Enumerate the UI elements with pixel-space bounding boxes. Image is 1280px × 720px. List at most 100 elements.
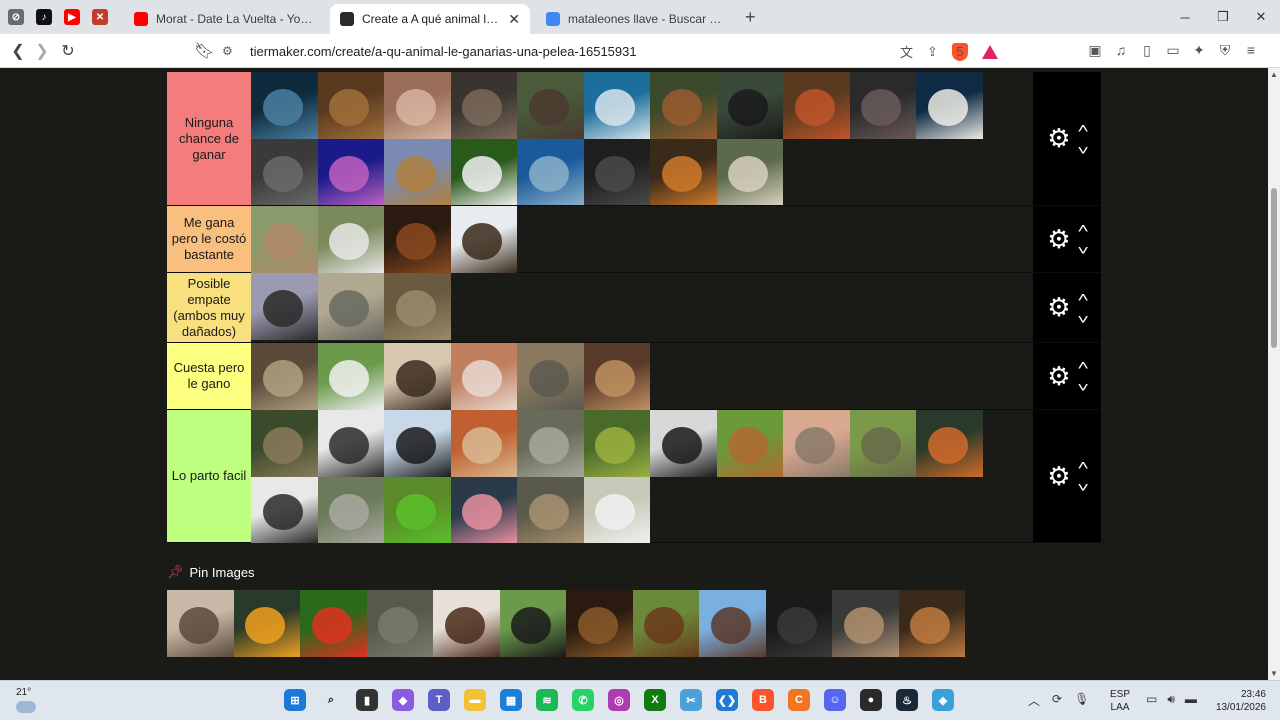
reload-icon[interactable]: ↻ <box>58 41 78 61</box>
tier-item-gorilla[interactable] <box>716 72 783 139</box>
tier-item-crow[interactable] <box>650 410 717 477</box>
snipping-icon[interactable]: ✂ <box>680 689 702 711</box>
pin-item-bat[interactable] <box>699 590 766 657</box>
sidebar-icon[interactable]: ▯ <box>1140 42 1154 59</box>
chevron-up-icon[interactable]: ˄ <box>1077 290 1088 304</box>
tier-item-giraffe[interactable] <box>384 138 451 205</box>
gear-icon[interactable]: ⚙ <box>1047 123 1070 154</box>
back-icon[interactable]: ❮ <box>8 41 28 61</box>
battery-icon[interactable]: ▬ <box>1185 692 1197 707</box>
input-language[interactable]: ESP LAA <box>1110 688 1130 714</box>
tier-item-cow[interactable] <box>317 343 384 410</box>
tier-item-shark[interactable] <box>583 72 650 139</box>
search-icon[interactable]: ⌕ <box>320 689 342 711</box>
pin-item-toucan[interactable] <box>233 590 300 657</box>
restore-button[interactable]: ❐ <box>1204 0 1242 34</box>
pin-item-bull[interactable] <box>632 590 699 657</box>
tier-item-panda[interactable] <box>450 138 517 205</box>
tier-item-lion-pride[interactable] <box>583 343 650 410</box>
pin-item-baboon[interactable] <box>898 590 965 657</box>
tier-item-koala[interactable] <box>317 476 384 543</box>
tier-item-scorpion[interactable] <box>317 410 384 477</box>
browser-tab[interactable]: Morat - Date La Vuelta - YouTube <box>124 4 324 34</box>
tier-item-whale[interactable] <box>251 72 318 139</box>
tier-item-sloth[interactable] <box>251 410 318 477</box>
windows-start-icon[interactable]: ⊞ <box>284 689 306 711</box>
file-explorer-icon[interactable]: ▬ <box>464 689 486 711</box>
pin-item-roaring-lion[interactable] <box>566 590 633 657</box>
share-icon[interactable]: ⇪ <box>927 44 938 60</box>
teams-icon[interactable]: T <box>428 689 450 711</box>
tier-item-parrot[interactable] <box>384 476 451 543</box>
youtube-tab[interactable]: ▶ <box>64 9 80 25</box>
vpn-icon[interactable]: ⛨ <box>1218 42 1232 59</box>
tier-item-orangutan[interactable] <box>783 72 850 139</box>
tier-item-crocodile[interactable] <box>716 138 783 205</box>
discord-icon[interactable]: ☺ <box>824 689 846 711</box>
pin-item-tree-frog[interactable] <box>300 590 367 657</box>
steam-icon[interactable]: ♨ <box>896 689 918 711</box>
tier-item-deer[interactable] <box>650 72 717 139</box>
pin-item-lapwing[interactable] <box>499 590 566 657</box>
xbox-icon[interactable]: X <box>644 689 666 711</box>
tier-item-elephant[interactable] <box>450 72 517 139</box>
tier-item-meerkat[interactable] <box>450 410 517 477</box>
tier-item-water-buffalo[interactable] <box>517 72 584 139</box>
tier-item-kangaroo[interactable] <box>251 206 318 273</box>
microphone-icon[interactable]: 🎙︎ <box>1074 692 1089 709</box>
tier-item-horse[interactable] <box>384 206 451 273</box>
minimize-button[interactable]: ─ <box>1166 0 1204 34</box>
address-bar[interactable]: ⚙ tiermaker.com/create/a-qu-animal-le-ga… <box>222 39 1012 63</box>
instagram-icon[interactable]: ◎ <box>608 689 630 711</box>
translate-icon[interactable]: 文 <box>900 42 913 61</box>
muted-tab[interactable]: ⊘ <box>8 9 24 25</box>
chevron-up-icon[interactable]: ˄ <box>1077 458 1088 472</box>
tier-item-hippo[interactable] <box>849 72 916 139</box>
whatsapp-icon[interactable]: ✆ <box>572 689 594 711</box>
crunchyroll-icon[interactable]: C <box>788 689 810 711</box>
tier-item-flamingo[interactable] <box>450 476 517 543</box>
pin-item-black-panther[interactable] <box>765 590 832 657</box>
tier-label[interactable]: Lo parto facil <box>167 410 251 542</box>
leo-ai-icon[interactable]: ✦ <box>1192 42 1206 59</box>
bookmark-icon[interactable]: 🔖︎ <box>194 41 214 61</box>
gear-icon[interactable]: ⚙ <box>1047 224 1070 255</box>
tier-item-squirrel[interactable] <box>716 410 783 477</box>
tier-item-polar-bear[interactable] <box>916 72 983 139</box>
tier-item-owl[interactable] <box>517 476 584 543</box>
scrollbar-thumb[interactable] <box>1271 188 1277 348</box>
chevron-up-icon[interactable]: ˄ <box>1077 358 1088 372</box>
tier-item-grizzly-bear[interactable] <box>317 72 384 139</box>
chevron-up-icon[interactable]: ︿ <box>1028 692 1040 709</box>
pin-item-cougar[interactable] <box>832 590 899 657</box>
network-icon[interactable]: ▭ <box>1146 692 1157 707</box>
scroll-down-icon[interactable]: ▼ <box>1270 669 1278 678</box>
tier-item-python[interactable] <box>251 343 318 410</box>
tier-item-ostrich[interactable] <box>251 273 318 340</box>
page-scrollbar[interactable]: ▲ ▼ <box>1268 68 1280 680</box>
gear-icon[interactable]: ⚙ <box>1047 292 1070 323</box>
tier-item-penguin[interactable] <box>384 410 451 477</box>
chevron-up-icon[interactable]: ˄ <box>1077 121 1088 135</box>
tier-item-wolf[interactable] <box>583 138 650 205</box>
tier-label[interactable]: Ninguna chance de ganar <box>167 72 251 205</box>
forward-icon[interactable]: ❯ <box>32 41 52 61</box>
pin-item-tarantula[interactable] <box>433 590 500 657</box>
terminal-icon[interactable]: ▮ <box>356 689 378 711</box>
tier-item-octopus[interactable] <box>317 138 384 205</box>
tier-item-tiger[interactable] <box>650 138 717 205</box>
weather-widget[interactable]: 21° <box>16 687 36 713</box>
scroll-up-icon[interactable]: ▲ <box>1270 70 1278 79</box>
tier-item-eagle[interactable] <box>450 206 517 273</box>
tier-item-seal[interactable] <box>517 343 584 410</box>
gear-icon[interactable]: ⚙ <box>1047 461 1070 492</box>
chevron-down-icon[interactable]: ˅ <box>1077 312 1088 326</box>
tier-item-chameleon[interactable] <box>583 410 650 477</box>
site-info-icon[interactable]: ⚙ <box>222 44 238 58</box>
tiktok-tab[interactable]: ♪ <box>36 9 52 25</box>
wallet-icon[interactable]: ▭ <box>1166 42 1180 59</box>
tier-item-walrus[interactable] <box>384 72 451 139</box>
tier-item-rat[interactable] <box>517 410 584 477</box>
tier-item-emu[interactable] <box>317 273 384 340</box>
tier-item-anteater[interactable] <box>251 476 318 543</box>
